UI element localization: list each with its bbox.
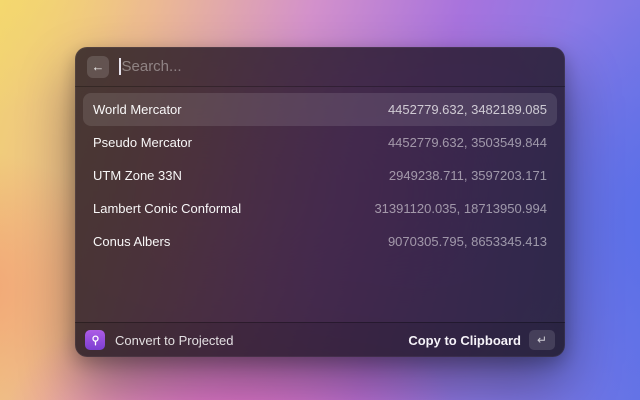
projection-name: World Mercator — [93, 102, 182, 117]
coordinates-value: 31391120.035, 18713950.994 — [374, 201, 547, 216]
results-list: World Mercator 4452779.632, 3482189.085 … — [75, 87, 565, 322]
list-item-conus-albers[interactable]: Conus Albers 9070305.795, 8653345.413 — [83, 225, 557, 258]
return-key-icon: ↵ — [529, 330, 555, 350]
list-item-pseudo-mercator[interactable]: Pseudo Mercator 4452779.632, 3503549.844 — [83, 126, 557, 159]
primary-action-label: Copy to Clipboard — [408, 333, 521, 348]
action-bar: Convert to Projected Copy to Clipboard ↵ — [75, 322, 565, 357]
command-palette-window: ← World Mercator 4452779.632, 3482189.08… — [75, 47, 565, 357]
text-caret — [119, 58, 121, 75]
coordinates-value: 2949238.711, 3597203.171 — [389, 168, 547, 183]
search-bar: ← — [75, 47, 565, 87]
copy-to-clipboard-button[interactable]: Copy to Clipboard ↵ — [408, 330, 555, 350]
list-item-world-mercator[interactable]: World Mercator 4452779.632, 3482189.085 — [83, 93, 557, 126]
command-title: Convert to Projected — [115, 333, 234, 348]
map-pin-icon — [85, 330, 105, 350]
list-item-lambert-conic-conformal[interactable]: Lambert Conic Conformal 31391120.035, 18… — [83, 192, 557, 225]
desktop-background: ← World Mercator 4452779.632, 3482189.08… — [0, 0, 640, 400]
coordinates-value: 4452779.632, 3503549.844 — [388, 135, 547, 150]
projection-name: Lambert Conic Conformal — [93, 201, 241, 216]
coordinates-value: 9070305.795, 8653345.413 — [388, 234, 547, 249]
projection-name: UTM Zone 33N — [93, 168, 182, 183]
search-input[interactable] — [122, 58, 554, 75]
coordinates-value: 4452779.632, 3482189.085 — [388, 102, 547, 117]
back-arrow-icon: ← — [92, 56, 105, 78]
projection-name: Pseudo Mercator — [93, 135, 192, 150]
projection-name: Conus Albers — [93, 234, 170, 249]
list-item-utm-zone-33n[interactable]: UTM Zone 33N 2949238.711, 3597203.171 — [83, 159, 557, 192]
back-button[interactable]: ← — [87, 56, 109, 78]
current-command: Convert to Projected — [85, 330, 234, 350]
